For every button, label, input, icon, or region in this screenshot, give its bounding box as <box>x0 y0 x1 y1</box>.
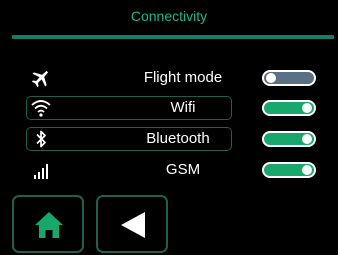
bluetooth-icon <box>30 129 52 149</box>
back-arrow-icon <box>118 210 148 240</box>
home-button[interactable] <box>12 195 84 253</box>
toggle-knob <box>302 165 312 175</box>
home-icon <box>34 211 64 239</box>
gsm-label: GSM <box>165 161 201 178</box>
bluetooth-label: Bluetooth <box>146 130 210 147</box>
flight-mode-label: Flight mode <box>143 69 223 86</box>
bluetooth-toggle[interactable] <box>262 131 316 147</box>
title-divider <box>12 35 334 39</box>
toggle-knob <box>302 103 312 113</box>
airplane-icon <box>30 68 52 88</box>
wifi-icon <box>30 98 52 118</box>
signal-bars-icon <box>30 160 52 180</box>
setting-row-wifi: Wifi <box>0 96 338 120</box>
toggle-knob <box>302 134 312 144</box>
wifi-label: Wifi <box>170 99 196 116</box>
setting-row-bluetooth: Bluetooth <box>0 127 338 151</box>
page-title: Connectivity <box>130 8 208 24</box>
wifi-toggle[interactable] <box>262 100 316 116</box>
toggle-knob <box>266 73 276 83</box>
gsm-toggle[interactable] <box>262 162 316 178</box>
flight-mode-toggle[interactable] <box>262 70 316 86</box>
setting-row-flight-mode: Flight mode <box>0 66 338 90</box>
setting-row-gsm: GSM <box>0 158 338 182</box>
back-button[interactable] <box>96 195 168 253</box>
